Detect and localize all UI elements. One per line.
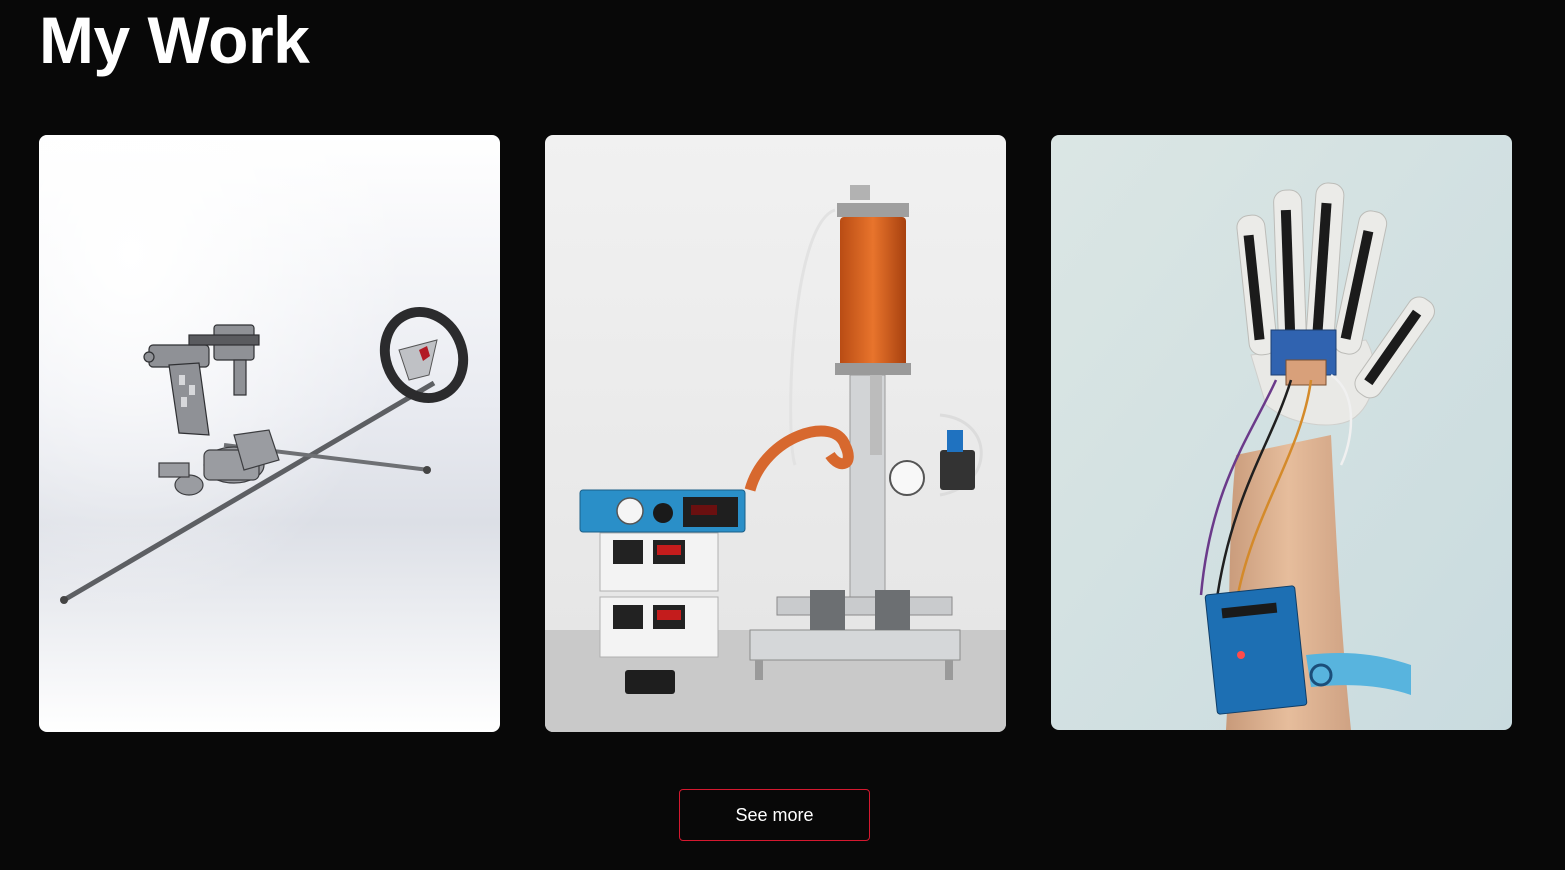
project-card-dispensing-machine[interactable] — [545, 135, 1006, 732]
my-work-section: My Work See more — [0, 0, 1565, 870]
see-more-button[interactable]: See more — [679, 789, 870, 841]
cad-steering-image — [39, 135, 500, 732]
section-title: My Work — [39, 3, 310, 77]
dispensing-machine-image — [545, 135, 1006, 732]
project-card-cad-steering[interactable] — [39, 135, 500, 732]
sensor-glove-image — [1051, 135, 1512, 730]
project-card-sensor-glove[interactable] — [1051, 135, 1512, 730]
